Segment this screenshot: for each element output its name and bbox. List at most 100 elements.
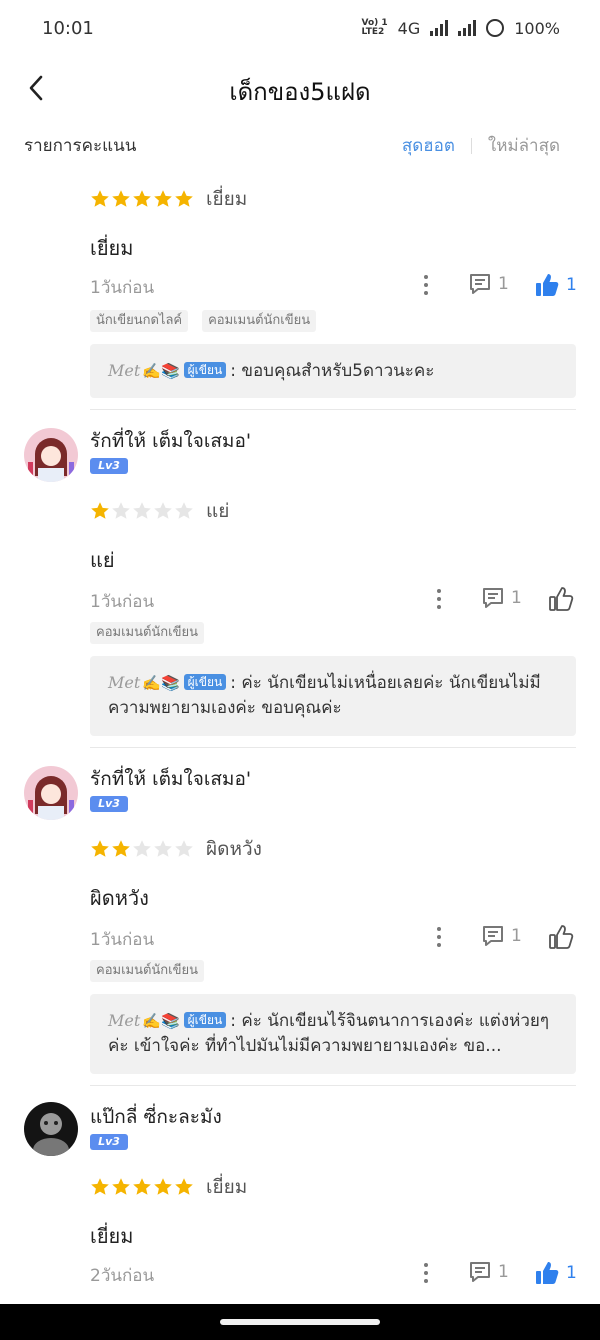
tag-author-commented: คอมเมนต์นักเขียน bbox=[202, 310, 317, 332]
battery-level: 100% bbox=[514, 18, 560, 38]
level-badge: Lv3 bbox=[90, 1134, 128, 1150]
rating-row: เยี่ยม bbox=[90, 1172, 247, 1202]
author-badge: ผู้เขียน bbox=[183, 1012, 227, 1028]
star-rating bbox=[90, 189, 194, 209]
tab-divider bbox=[470, 137, 472, 154]
rating-row: แย่ bbox=[90, 496, 229, 526]
username[interactable]: รักที่ให้ เต็มใจเสมอ' bbox=[90, 764, 251, 794]
writing-books-icon: ✍️📚 bbox=[142, 1012, 180, 1030]
review-meta: 1วันก่อน 1 1 bbox=[90, 272, 577, 300]
star-filled-icon bbox=[112, 840, 130, 857]
comment-count: 1 bbox=[511, 588, 522, 608]
level-badge: Lv3 bbox=[90, 796, 128, 812]
review-text: เยี่ยม bbox=[90, 236, 134, 260]
sort-tabs: สุดฮอต ใหม่ล่าสุด bbox=[402, 132, 560, 159]
star-filled-icon bbox=[91, 1178, 109, 1195]
star-rating bbox=[90, 501, 194, 521]
tab-newest[interactable]: ใหม่ล่าสุด bbox=[488, 132, 560, 159]
star-filled-icon bbox=[154, 190, 172, 207]
review-item: รักที่ให้ เต็มใจเสมอ' Lv3 แย่ แย่ 1วันก่… bbox=[0, 410, 600, 748]
star-empty-icon bbox=[154, 502, 172, 519]
rating-word: ผิดหวัง bbox=[206, 838, 262, 860]
author-badge: ผู้เขียน bbox=[183, 362, 227, 378]
more-button[interactable] bbox=[429, 586, 449, 612]
review-item: เยี่ยม เยี่ยม 1วันก่อน 1 1 นักเขียนกดไลค… bbox=[0, 168, 600, 410]
star-rating bbox=[90, 839, 194, 859]
volte-icon: Vo) 1 LTE2 bbox=[361, 18, 388, 37]
username[interactable]: แป๊กลี่ ซี่กะละมัง bbox=[90, 1102, 222, 1132]
review-item: รักที่ให้ เต็มใจเสมอ' Lv3 ผิดหวัง ผิดหวั… bbox=[0, 748, 600, 1086]
status-time: 10:01 bbox=[42, 17, 94, 39]
review-item: แป๊กลี่ ซี่กะละมัง Lv3 เยี่ยม เยี่ยม 2วั… bbox=[0, 1086, 600, 1304]
like-button[interactable] bbox=[548, 924, 574, 950]
review-meta: 1วันก่อน 1 bbox=[90, 586, 576, 614]
star-filled-icon bbox=[112, 1178, 130, 1195]
network-label: 4G bbox=[397, 18, 421, 38]
rating-word: เยี่ยม bbox=[206, 188, 248, 210]
review-time: 1วันก่อน bbox=[90, 930, 155, 950]
star-filled-icon bbox=[91, 502, 109, 519]
comment-button[interactable]: 1 bbox=[481, 924, 522, 948]
tab-hottest[interactable]: สุดฮอต bbox=[402, 132, 455, 159]
thumbs-up-icon bbox=[549, 587, 574, 611]
star-empty-icon bbox=[175, 840, 193, 857]
star-filled-icon bbox=[133, 190, 151, 207]
star-empty-icon bbox=[112, 502, 130, 519]
thumbs-up-icon bbox=[549, 925, 574, 949]
comment-button[interactable]: 1 bbox=[481, 586, 522, 610]
ratings-list-label: รายการคะแนน bbox=[24, 136, 137, 156]
signal-icon-2 bbox=[458, 20, 477, 36]
review-time: 1วันก่อน bbox=[90, 592, 155, 612]
star-empty-icon bbox=[175, 502, 193, 519]
author-reply[interactable]: Met ✍️📚 ผู้เขียน: ขอบคุณสำหรับ5ดาวนะคะ bbox=[90, 344, 576, 398]
writing-books-icon: ✍️📚 bbox=[142, 362, 180, 380]
reply-author-name: Met bbox=[108, 673, 141, 692]
comment-icon bbox=[470, 1262, 490, 1282]
comment-icon bbox=[483, 926, 503, 946]
rating-row: เยี่ยม bbox=[90, 184, 247, 214]
star-filled-icon bbox=[91, 190, 109, 207]
comment-button[interactable]: 1 bbox=[468, 1260, 509, 1284]
tag-list: นักเขียนกดไลค์ คอมเมนต์นักเขียน bbox=[90, 310, 317, 332]
reply-text: : ขอบคุณสำหรับ5ดาวนะคะ bbox=[230, 361, 435, 381]
review-text: แย่ bbox=[90, 548, 115, 572]
home-indicator[interactable] bbox=[220, 1319, 380, 1325]
like-count: 1 bbox=[566, 275, 577, 295]
author-reply[interactable]: Met ✍️📚 ผู้เขียน: ค่ะ นักเขียนไร้จินตนาการ… bbox=[90, 994, 576, 1074]
avatar[interactable] bbox=[24, 1102, 78, 1156]
dark-avatar-icon bbox=[24, 1102, 78, 1156]
tag-list: คอมเมนต์นักเขียน bbox=[90, 622, 205, 644]
avatar[interactable] bbox=[24, 428, 78, 482]
author-reply[interactable]: Met ✍️📚 ผู้เขียน: ค่ะ นักเขียนไม่เหนื่อยเล… bbox=[90, 656, 576, 736]
more-button[interactable] bbox=[416, 1260, 436, 1286]
reply-author-name: Met bbox=[108, 1011, 141, 1030]
anime-avatar-icon bbox=[24, 428, 78, 482]
more-button[interactable] bbox=[416, 272, 436, 298]
star-rating bbox=[90, 1177, 194, 1197]
review-list: เยี่ยม เยี่ยม 1วันก่อน 1 1 นักเขียนกดไลค… bbox=[0, 168, 600, 1304]
comment-button[interactable]: 1 bbox=[468, 272, 509, 296]
thumbs-up-icon bbox=[536, 1262, 559, 1284]
comment-icon bbox=[470, 274, 490, 294]
review-meta: 2วันก่อน 1 1 bbox=[90, 1260, 577, 1288]
username[interactable]: รักที่ให้ เต็มใจเสมอ' bbox=[90, 426, 251, 456]
comment-count: 1 bbox=[498, 1262, 509, 1282]
star-filled-icon bbox=[175, 1178, 193, 1195]
like-button[interactable]: 1 bbox=[534, 272, 577, 298]
filter-bar: รายการคะแนน สุดฮอต ใหม่ล่าสุด bbox=[0, 120, 600, 168]
rating-word: เยี่ยม bbox=[206, 1176, 248, 1198]
star-filled-icon bbox=[154, 1178, 172, 1195]
like-button[interactable] bbox=[548, 586, 574, 612]
star-empty-icon bbox=[133, 502, 151, 519]
avatar[interactable] bbox=[24, 766, 78, 820]
thumbs-up-icon bbox=[536, 274, 559, 296]
more-button[interactable] bbox=[429, 924, 449, 950]
review-text: ผิดหวัง bbox=[90, 886, 149, 910]
battery-icon bbox=[486, 19, 505, 37]
review-time: 2วันก่อน bbox=[90, 1266, 155, 1286]
status-bar: 10:01 Vo) 1 LTE2 4G 100% bbox=[0, 0, 600, 56]
like-button[interactable]: 1 bbox=[534, 1260, 577, 1286]
star-filled-icon bbox=[112, 190, 130, 207]
status-icons: Vo) 1 LTE2 4G 100% bbox=[362, 19, 561, 38]
signal-icon bbox=[430, 20, 449, 36]
